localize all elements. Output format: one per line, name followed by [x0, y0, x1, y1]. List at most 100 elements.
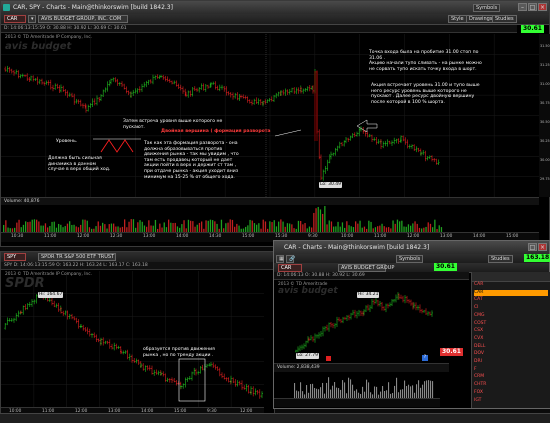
low-label: Lo: 30.49 [319, 182, 343, 188]
top-chart-window: CAR, SPY - Charts - Main@thinkorswim [bu… [0, 0, 550, 247]
volume-bar [394, 223, 396, 232]
watchlist-item[interactable]: CAT [474, 297, 548, 303]
popup-volume-bar [338, 388, 340, 398]
watchlist-item[interactable]: COST [474, 321, 548, 327]
volume-bar [110, 223, 113, 232]
watchlist-item[interactable]: CRM [474, 374, 548, 380]
price-axis-label: 30.00 [540, 158, 550, 162]
volume-bar [82, 219, 84, 232]
time-axis-label: 11:00 [374, 234, 387, 239]
volume-bar [399, 221, 401, 232]
popup-help-icon[interactable]: ? [422, 355, 428, 361]
popup-volume-bar [326, 382, 328, 398]
popup-volume-bar [320, 387, 322, 398]
popup-volume-bar [348, 377, 350, 398]
time-axis-label: 14:00 [176, 234, 189, 239]
popup-volume-bar [400, 389, 402, 398]
volume-bar [414, 221, 416, 232]
watchlist-item[interactable]: CAR [474, 282, 548, 288]
volume-bar [128, 221, 130, 232]
watchlist-item[interactable]: CMG [474, 313, 548, 319]
spy-symbol-input[interactable]: SPY [4, 253, 26, 261]
volume-bar [5, 220, 7, 232]
time-axis-label: 13:00 [143, 234, 156, 239]
watchlist-item[interactable]: CHTR [474, 382, 548, 388]
watchlist-item[interactable]: IGT [474, 398, 548, 404]
style-button[interactable]: Style [448, 15, 467, 23]
volume-bar [328, 220, 330, 232]
time-axis-label: 13:00 [440, 234, 453, 239]
maximize-button[interactable]: □ [528, 3, 537, 11]
volume-bar [108, 224, 110, 232]
watchlist-item[interactable]: CAR [474, 289, 548, 296]
popup-volume-bar [356, 389, 358, 398]
volume-bar [249, 219, 251, 232]
volume-bar [291, 224, 293, 232]
volume-bar [229, 219, 231, 232]
symbols-button-top[interactable]: Symbols [473, 4, 501, 12]
volume-bar [209, 219, 212, 232]
popup-volume-bar [350, 379, 352, 398]
popup-volume-bar [404, 380, 406, 398]
volume-bar [346, 221, 348, 232]
popup-red-marker[interactable] [326, 356, 331, 361]
volume-bar [18, 219, 20, 232]
volume-bar [251, 220, 253, 232]
volume-bar [137, 222, 139, 232]
volume-bar [69, 221, 71, 232]
popup-title-bar[interactable]: CAR - Charts - Main@thinkorswim [build 1… [274, 241, 549, 255]
popup-volume-bar [312, 383, 314, 398]
taskbar [0, 413, 550, 423]
volume-bar [271, 222, 273, 232]
volume-bar [269, 221, 271, 232]
volume-bar [58, 223, 60, 232]
popup-low-label: Lo: 27.79 [296, 353, 320, 359]
volume-chart [3, 206, 443, 232]
watchlist-item[interactable]: F [474, 367, 548, 373]
volume-bar [322, 213, 324, 232]
popup-grid-icon[interactable]: ▦ [276, 255, 284, 263]
watchlist-header [472, 272, 550, 282]
popup-link-icon[interactable]: 🔗 [286, 255, 295, 263]
minimize-button[interactable]: – [518, 3, 527, 11]
watchlist-item[interactable]: DRI [474, 359, 548, 365]
close-button[interactable]: × [538, 3, 547, 11]
watchlist-item[interactable]: DOV [474, 351, 548, 357]
popup-volume-bar [336, 387, 338, 398]
annotation-strong-dynamics: Должна быть сильная динамика в данном сл… [48, 156, 111, 173]
volume-bar [181, 224, 183, 232]
studies-button[interactable]: Studies [492, 15, 517, 23]
watchlist-item[interactable]: CSX [474, 328, 548, 334]
volume-bar [337, 221, 339, 232]
volume-bar [3, 224, 5, 232]
popup-chart-window: CAR - Charts - Main@thinkorswim [build 1… [273, 240, 550, 409]
popup-volume-bar [330, 389, 332, 398]
popup-symbol-input[interactable]: CAR [278, 264, 302, 272]
popup-time-axis [274, 398, 440, 407]
volume-bar [16, 222, 18, 232]
popup-volume-bar [328, 377, 330, 398]
popup-close-button[interactable]: × [538, 243, 547, 251]
price-axis-label: 29.75 [540, 177, 550, 181]
volume-bar [302, 224, 304, 232]
volume-bar [225, 223, 227, 232]
popup-studies-button[interactable]: Studies [488, 255, 513, 263]
popup-symbols-button[interactable]: Symbols [396, 255, 424, 263]
watchlist-item[interactable]: DELL [474, 344, 548, 350]
link-icon[interactable]: ▾ [28, 15, 36, 23]
volume-bar [258, 223, 260, 232]
popup-volume-bar [408, 384, 410, 398]
popup-volume-bar [306, 385, 308, 398]
volume-bar [227, 222, 229, 232]
watchlist-item[interactable]: CI [474, 305, 548, 311]
drawings-button[interactable]: Drawings [466, 15, 496, 23]
symbol-input[interactable]: CAR [4, 15, 26, 23]
volume-bar [319, 209, 322, 232]
title-bar[interactable]: CAR, SPY - Charts - Main@thinkorswim [bu… [1, 1, 549, 15]
volume-bar [315, 208, 317, 232]
popup-maximize-button[interactable]: □ [528, 243, 537, 251]
watchlist-item[interactable]: FOX [474, 390, 548, 396]
popup-volume-bar [406, 386, 408, 398]
price-axis-label: 31.50 [540, 44, 550, 48]
watchlist-item[interactable]: CVX [474, 336, 548, 342]
